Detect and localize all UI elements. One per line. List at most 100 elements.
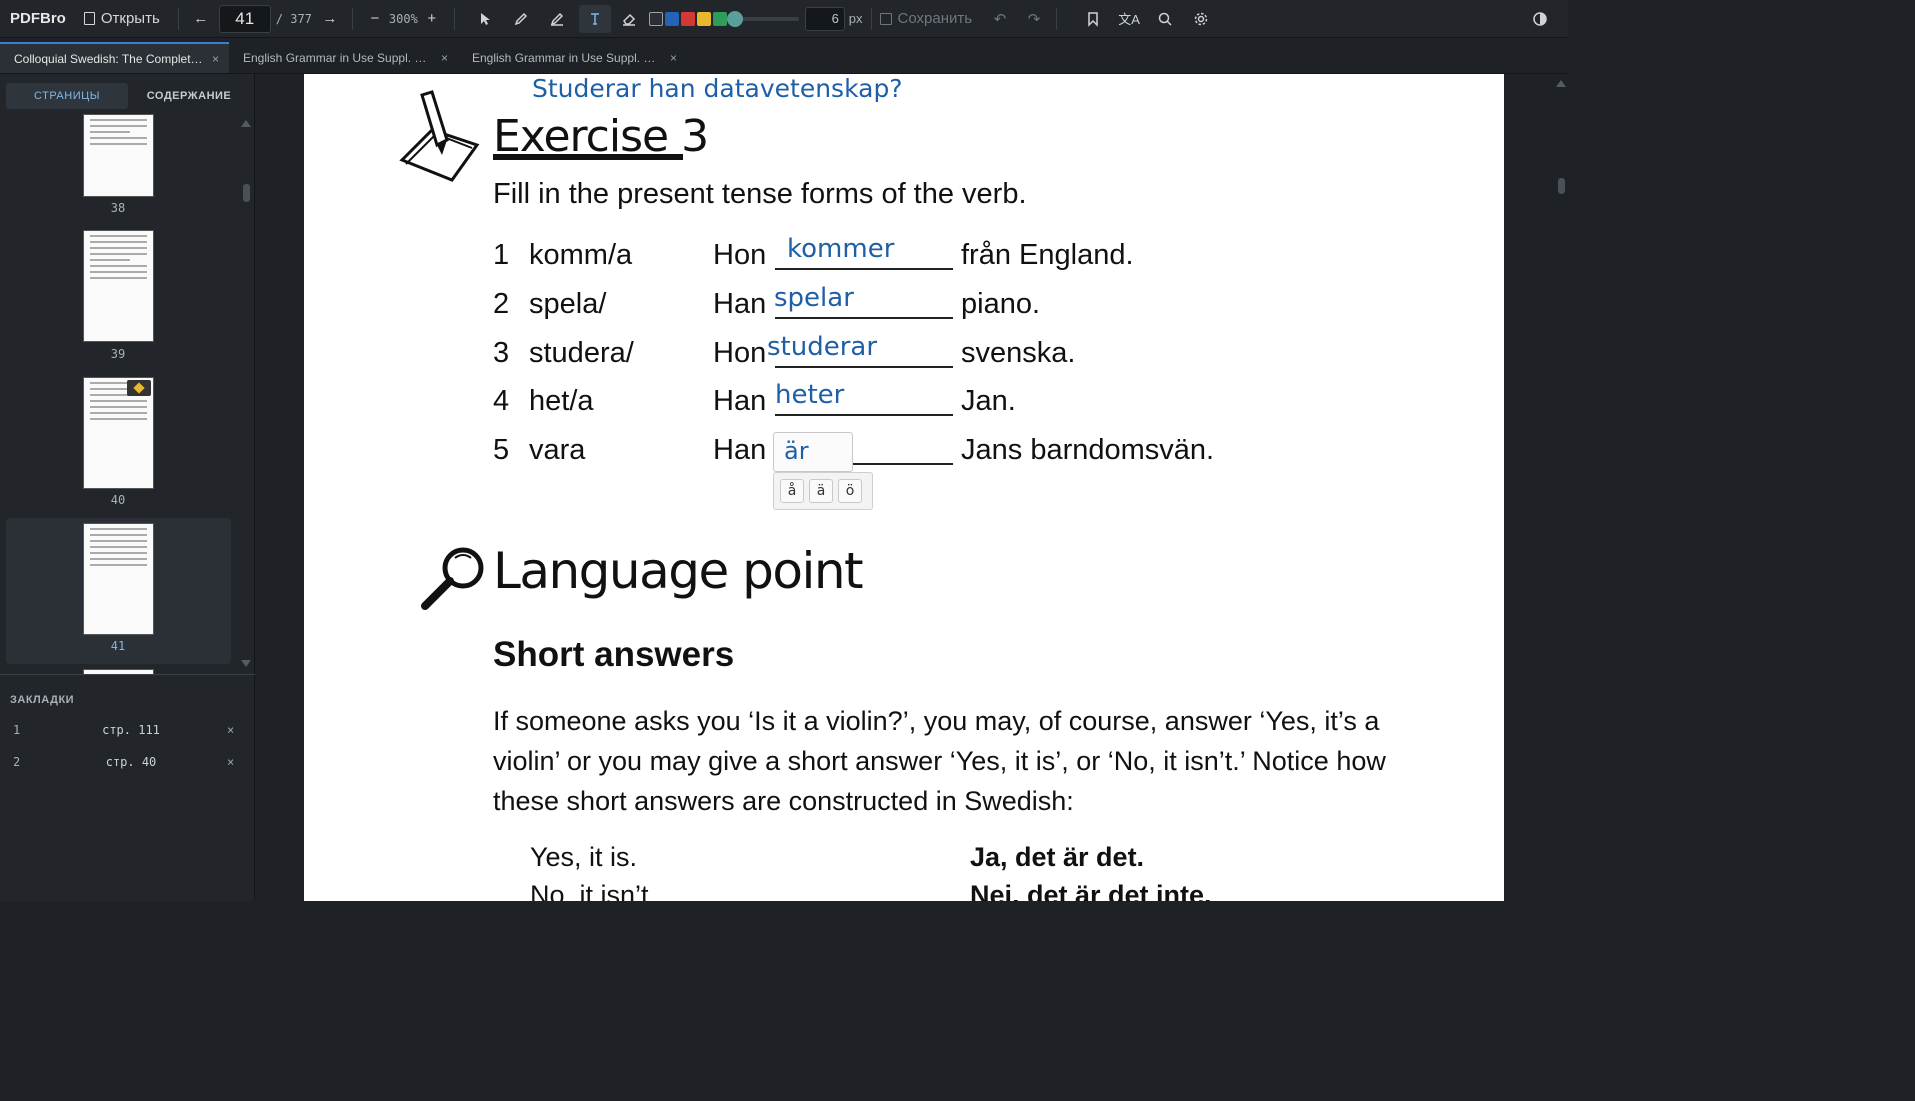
example-swedish: Nej, det är det inte. <box>970 880 1212 901</box>
divider <box>453 7 455 30</box>
row-verb: spela/ <box>529 288 607 320</box>
translate-icon[interactable]: 文A <box>1115 5 1143 33</box>
zoom-in-icon[interactable]: + <box>418 5 446 33</box>
tab-colloquial-swedish[interactable]: Colloquial Swedish: The Complet… × <box>0 42 229 73</box>
tab-english-grammar-1[interactable]: English Grammar in Use Suppl. E… × <box>229 42 458 73</box>
answer-annotation[interactable]: spelar <box>774 283 854 313</box>
sidebar-tabs: СТРАНИЦЫ СОДЕРЖАНИЕ <box>6 83 250 109</box>
bookmark-item[interactable]: 1 стр. 111 × <box>0 720 255 742</box>
row-verb: studera/ <box>529 337 634 369</box>
exercise-row: 5 vara Han Jans barndomsvän. <box>493 434 1393 474</box>
char-button-a-umlaut[interactable]: ä <box>809 479 833 503</box>
tab-close-icon[interactable]: × <box>212 52 219 66</box>
stroke-size-input[interactable] <box>804 6 845 31</box>
bookmark-page[interactable]: стр. 40 <box>96 755 166 769</box>
file-icon <box>83 12 95 25</box>
answer-blank <box>775 414 953 416</box>
text-tool-icon[interactable] <box>578 4 611 33</box>
divider <box>351 7 353 30</box>
next-page-icon[interactable]: → <box>316 5 344 33</box>
char-button-o-umlaut[interactable]: ö <box>838 479 862 503</box>
magnifier-icon <box>419 544 489 614</box>
answer-blank <box>775 317 953 319</box>
save-button[interactable]: Сохранить <box>879 10 972 27</box>
viewer-scrollbar[interactable] <box>1558 178 1565 194</box>
app-brand: PDFBro <box>10 10 66 27</box>
color-swatch-blue[interactable] <box>664 11 679 26</box>
row-subject: Hon <box>713 337 767 369</box>
exercise-row: 1 komm/a Hon kommer från England. <box>493 234 1393 279</box>
thumbnail-list[interactable]: 38 39 40 41 <box>0 114 240 674</box>
open-button[interactable]: Открыть <box>83 10 160 27</box>
example-swedish: Ja, det är det. <box>970 842 1145 872</box>
document-viewer[interactable]: Studerar han datavetenskap? Exercise 3 F… <box>255 74 1568 901</box>
remove-bookmark-icon[interactable]: × <box>227 723 234 737</box>
open-label: Открыть <box>100 10 160 27</box>
bookmark-item[interactable]: 2 стр. 40 × <box>0 752 255 774</box>
stroke-size-slider[interactable] <box>726 10 799 27</box>
annotation-edit-input[interactable]: är <box>773 432 853 472</box>
row-verb: komm/a <box>529 239 633 271</box>
tab-close-icon[interactable]: × <box>670 51 677 65</box>
scroll-down-arrow-icon[interactable] <box>241 660 251 667</box>
color-swatch-yellow[interactable] <box>696 11 711 26</box>
tab-label: Colloquial Swedish: The Complet… <box>14 51 203 66</box>
paragraph: If someone asks you ‘Is it a violin?’, y… <box>493 706 1386 816</box>
scroll-up-arrow-icon[interactable] <box>1556 80 1566 87</box>
bookmark-page[interactable]: стр. 111 <box>96 723 166 737</box>
eraser-icon[interactable] <box>615 5 643 33</box>
char-button-a-ring[interactable]: å <box>780 479 804 503</box>
answer-annotation[interactable]: heter <box>775 380 844 410</box>
cursor-icon[interactable] <box>471 5 499 33</box>
language-point-title: Language point <box>493 542 864 600</box>
search-icon[interactable] <box>1151 5 1179 33</box>
pen-icon[interactable] <box>507 5 535 33</box>
tab-close-icon[interactable]: × <box>441 51 448 65</box>
remove-bookmark-icon[interactable]: × <box>227 755 234 769</box>
bookmark-number: 2 <box>13 755 21 769</box>
divider <box>177 7 179 30</box>
toolbar: PDFBro Открыть ← / 377 → − 300% + px Сох… <box>0 0 1568 38</box>
answer-annotation[interactable]: studerar <box>767 332 877 362</box>
color-swatch-dark[interactable] <box>648 11 663 26</box>
divider <box>1056 7 1058 30</box>
page-thumbnail[interactable] <box>83 114 154 197</box>
zoom-out-icon[interactable]: − <box>361 5 389 33</box>
page-number-input[interactable] <box>218 4 271 33</box>
scroll-up-arrow-icon[interactable] <box>241 120 251 127</box>
text-annotation[interactable]: Studerar han datavetenskap? <box>532 74 903 103</box>
exercise-row: 3 studera/ Hon studerar svenska. <box>493 332 1393 377</box>
redo-icon[interactable]: ↷ <box>1020 5 1048 33</box>
row-number: 5 <box>493 434 510 466</box>
answer-annotation[interactable]: kommer <box>787 234 894 264</box>
settings-gear-icon[interactable] <box>1187 5 1215 33</box>
divider <box>870 7 872 30</box>
row-verb: het/a <box>529 385 594 417</box>
color-swatch-green[interactable] <box>712 11 727 26</box>
pdf-page[interactable]: Studerar han datavetenskap? Exercise 3 F… <box>304 74 1504 901</box>
prev-page-icon[interactable]: ← <box>187 5 215 33</box>
bookmarks-title: ЗАКЛАДКИ <box>10 694 75 706</box>
undo-icon[interactable]: ↶ <box>986 5 1014 33</box>
exercise-instruction: Fill in the present tense forms of the v… <box>493 178 1027 210</box>
theme-toggle-icon[interactable] <box>1526 5 1554 33</box>
bookmark-icon[interactable] <box>1079 5 1107 33</box>
highlighter-icon[interactable] <box>543 5 571 33</box>
page-thumbnail[interactable] <box>83 230 154 342</box>
sidebar-scrollbar[interactable] <box>243 184 250 202</box>
tab-english-grammar-2[interactable]: English Grammar in Use Suppl. E… × <box>458 42 687 73</box>
tab-label: English Grammar in Use Suppl. E… <box>243 50 433 65</box>
row-number: 2 <box>493 288 510 320</box>
page-thumbnail[interactable] <box>83 377 154 489</box>
color-swatch-red[interactable] <box>680 11 695 26</box>
special-char-popup: å ä ö <box>773 472 873 510</box>
tab-pages[interactable]: СТРАНИЦЫ <box>6 83 128 109</box>
row-rest: svenska. <box>961 337 1076 369</box>
tab-contents[interactable]: СОДЕРЖАНИЕ <box>128 83 250 109</box>
row-subject: Hon <box>713 239 767 271</box>
exercise-pencil-icon <box>392 90 487 185</box>
page-thumbnail-current[interactable] <box>83 523 154 635</box>
row-rest: piano. <box>961 288 1041 320</box>
row-subject: Han <box>713 288 767 320</box>
slider-knob[interactable] <box>726 10 743 27</box>
